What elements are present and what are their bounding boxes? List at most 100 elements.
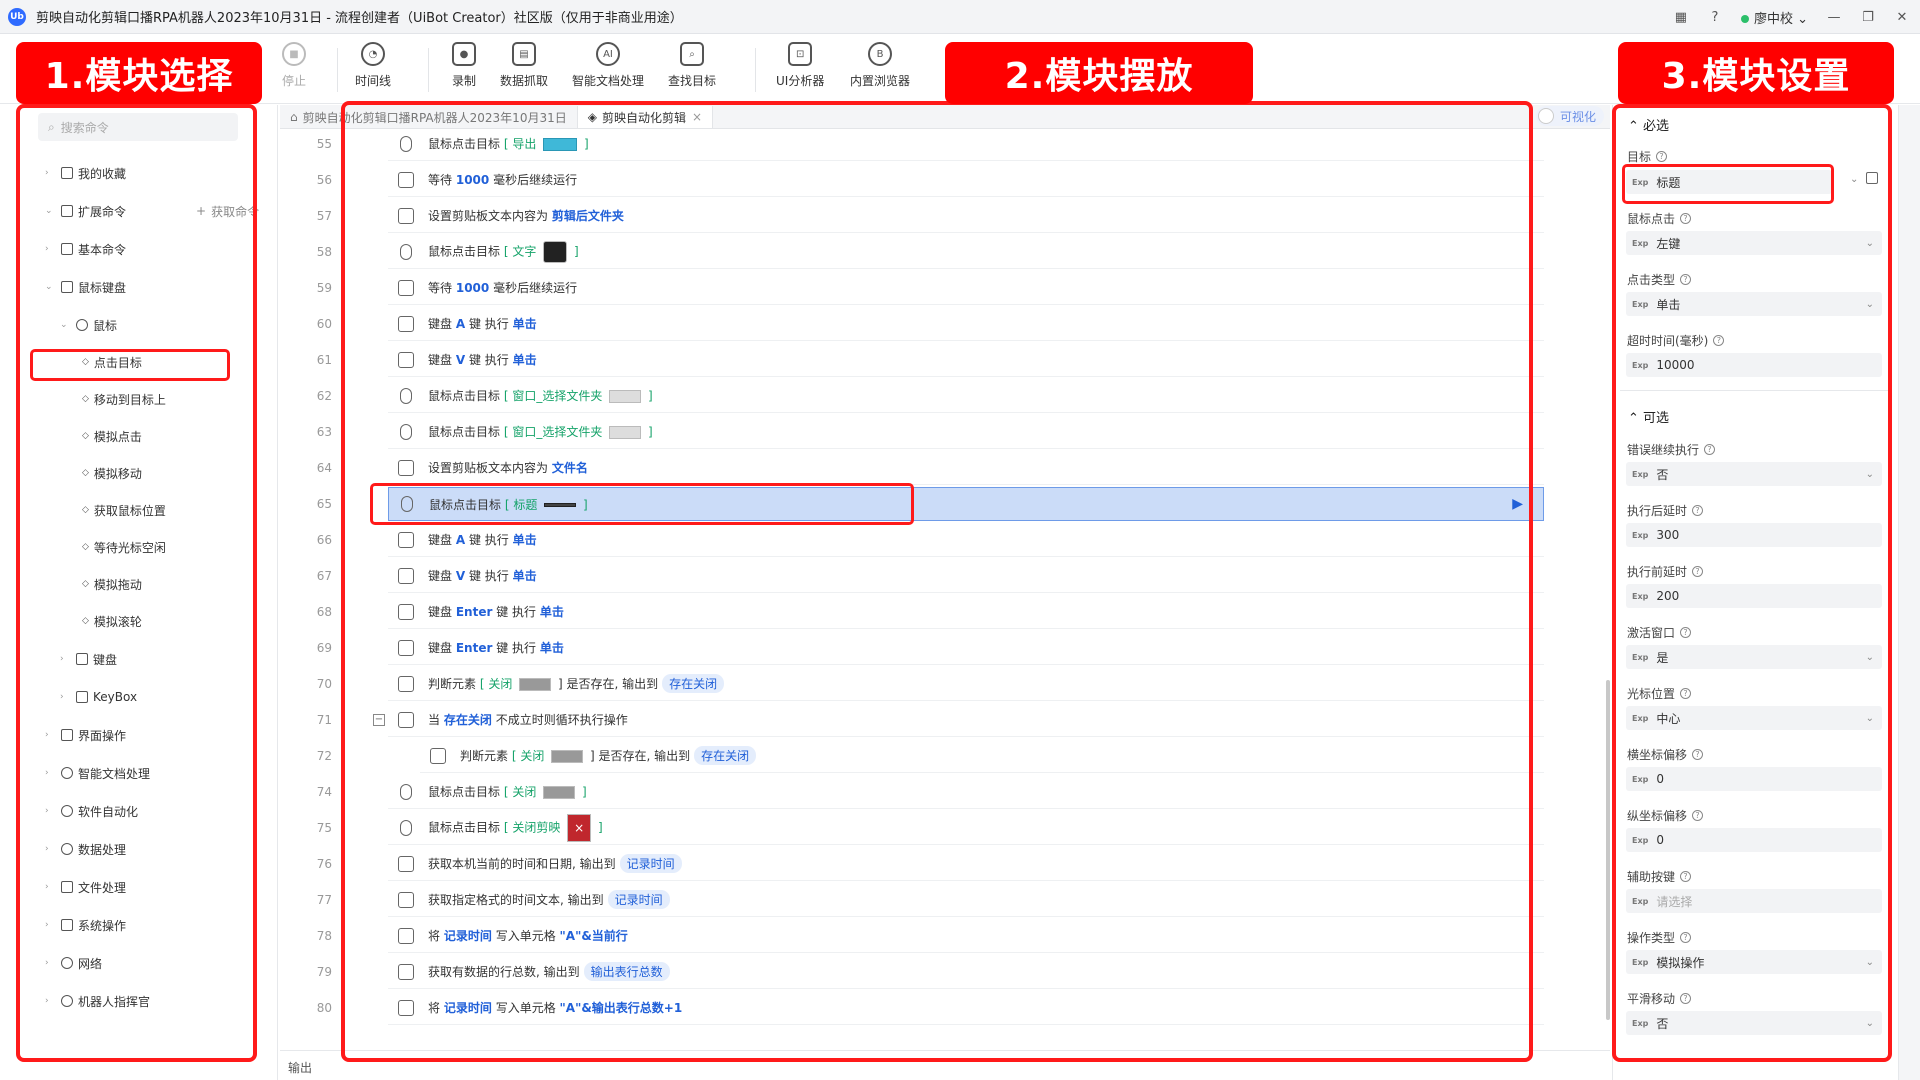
code-row[interactable]: 74 鼠标点击目标 [ 关闭 ]	[280, 774, 1610, 810]
get-command-button[interactable]: + 获取命令	[196, 201, 259, 221]
stop-button[interactable]: ■ 停止	[282, 42, 306, 89]
code-row[interactable]: 56 等待 1000 毫秒后继续运行	[280, 162, 1610, 198]
chevron-down-icon[interactable]: ⌄	[1850, 174, 1858, 185]
y-offset-input[interactable]: Exp 0	[1626, 828, 1882, 852]
browser-button[interactable]: B 内置浏览器	[850, 42, 910, 89]
output-panel[interactable]: 输出	[280, 1050, 1610, 1080]
delay-after-input[interactable]: Exp 300	[1626, 523, 1882, 547]
code-row[interactable]: 58 鼠标点击目标 [ 文字 ]	[280, 234, 1610, 270]
delay-before-input[interactable]: Exp 200	[1626, 584, 1882, 608]
close-tab-icon[interactable]: ×	[692, 110, 702, 124]
code-row[interactable]: 70 判断元素 [ 关闭 ] 是否存在, 输出到 存在关闭	[280, 666, 1610, 702]
help-icon: ?	[1692, 505, 1704, 516]
right-side-tab[interactable]	[1898, 105, 1920, 1080]
grid-icon[interactable]: ▦	[1673, 9, 1689, 25]
activate-window-select[interactable]: Exp 是 ⌄	[1626, 645, 1882, 669]
minimize-icon[interactable]: —	[1826, 9, 1842, 25]
code-row[interactable]: 66 键盘 A 键 执行 单击	[280, 522, 1610, 558]
tree-network[interactable]: › 网络	[45, 953, 102, 973]
code-row[interactable]: 60 键盘 A 键 执行 单击	[280, 306, 1610, 342]
tree-keybox[interactable]: › KeyBox	[60, 687, 137, 707]
code-row[interactable]: 61 键盘 V 键 执行 单击	[280, 342, 1610, 378]
code-row[interactable]: 80 将 记录时间 写入单元格 "A"&输出表行总数+1	[280, 990, 1610, 1026]
find-target-button[interactable]: ⌕ 查找目标	[668, 42, 716, 89]
click-type-select[interactable]: Exp 单击 ⌄	[1626, 292, 1882, 316]
search-input[interactable]: ⌕ 搜索命令	[38, 113, 238, 141]
code-row[interactable]: 72 判断元素 [ 关闭 ] 是否存在, 输出到 存在关闭	[280, 738, 1610, 774]
code-row[interactable]: 79 获取有数据的行总数, 输出到 输出表行总数	[280, 954, 1610, 990]
modifier-key-select[interactable]: Exp 请选择	[1626, 889, 1882, 913]
tree-favorites[interactable]: › 我的收藏	[45, 163, 126, 183]
code-row[interactable]: 67 键盘 V 键 执行 单击	[280, 558, 1610, 594]
code-row[interactable]: 75 鼠标点击目标 [ 关闭剪映 × ]	[280, 810, 1610, 846]
x-offset-input[interactable]: Exp 0	[1626, 767, 1882, 791]
section-required[interactable]: ⌃ 必选	[1628, 115, 1669, 134]
help-icon[interactable]: ?	[1707, 9, 1723, 25]
tree-system[interactable]: › 系统操作	[45, 915, 126, 935]
code-row-selected[interactable]: 65 鼠标点击目标 [ 标题 ] ▶	[280, 486, 1610, 522]
user-menu[interactable]: 廖中校 ⌄	[1740, 8, 1808, 27]
chevron-down-icon: ⌄	[1865, 651, 1874, 663]
row-text: 鼠标点击目标	[428, 389, 501, 403]
timeline-button[interactable]: ◔ 时间线	[355, 42, 391, 89]
tab-main-flow[interactable]: ⌂ 剪映自动化剪辑口播RPA机器人2023年10月31日	[280, 106, 578, 128]
diamond-icon: ◇	[82, 431, 89, 441]
edit-icon[interactable]	[1866, 172, 1878, 184]
ui-analyzer-button[interactable]: ⊡ UI分析器	[776, 42, 824, 89]
run-line-icon[interactable]: ▶	[1512, 496, 1523, 512]
tree-wait-cursor[interactable]: ◇ 等待光标空闲	[82, 537, 166, 557]
ai-doc-button[interactable]: AI 智能文档处理	[572, 42, 644, 89]
tab-jianying[interactable]: ◈ 剪映自动化剪辑 ×	[577, 106, 714, 128]
code-row[interactable]: 76 获取本机当前的时间和日期, 输出到 记录时间	[280, 846, 1610, 882]
code-row[interactable]: 63 鼠标点击目标 [ 窗口_选择文件夹 ]	[280, 414, 1610, 450]
close-icon[interactable]: ✕	[1894, 9, 1910, 25]
tree-sim-move[interactable]: ◇ 模拟移动	[82, 463, 142, 483]
record-button[interactable]: ● 录制	[452, 42, 476, 89]
row-target: [ 导出	[503, 137, 541, 151]
tree-mouse-keyboard[interactable]: ⌄ 鼠标键盘	[45, 277, 126, 297]
code-row[interactable]: 77 获取指定格式的时间文本, 输出到 记录时间	[280, 882, 1610, 918]
tree-click-target[interactable]: ◇ 点击目标	[82, 352, 142, 372]
code-row[interactable]: 62 鼠标点击目标 [ 窗口_选择文件夹 ]	[280, 378, 1610, 414]
tree-mouse[interactable]: ⌄ 鼠标	[60, 315, 117, 335]
mouse-button-select[interactable]: Exp 左键 ⌄	[1626, 231, 1882, 255]
code-row[interactable]: 68 键盘 Enter 键 执行 单击	[280, 594, 1610, 630]
tree-sim-click[interactable]: ◇ 模拟点击	[82, 426, 142, 446]
tree-file[interactable]: › 文件处理	[45, 877, 126, 897]
code-row[interactable]: 55 鼠标点击目标 [ 导出 ]	[280, 126, 1610, 162]
excel-icon	[398, 963, 414, 980]
tree-sim-wheel[interactable]: ◇ 模拟滚轮	[82, 611, 142, 631]
tree-keyboard[interactable]: › 键盘	[60, 649, 117, 669]
smooth-move-select[interactable]: Exp 否 ⌄	[1626, 1011, 1882, 1035]
code-row[interactable]: 78 将 记录时间 写入单元格 "A"&当前行	[280, 918, 1610, 954]
code-row[interactable]: 64 设置剪贴板文本内容为 文件名	[280, 450, 1610, 486]
section-optional[interactable]: ⌃ 可选	[1628, 407, 1669, 426]
target-field[interactable]: Exp 标题	[1626, 170, 1832, 194]
tree-software[interactable]: › 软件自动化	[45, 801, 138, 821]
collapse-icon[interactable]: −	[373, 714, 385, 726]
tree-ext[interactable]: ⌄ 扩展命令	[45, 201, 126, 221]
tree-ai-doc[interactable]: › 智能文档处理	[45, 763, 150, 783]
row-target: [ 关闭	[511, 749, 549, 763]
code-row[interactable]: 69 键盘 Enter 键 执行 单击	[280, 630, 1610, 666]
restore-icon[interactable]: ❐	[1860, 9, 1876, 25]
label-text: 执行前延时	[1627, 565, 1688, 579]
target-thumbnail	[551, 750, 584, 763]
tree-data[interactable]: › 数据处理	[45, 839, 126, 859]
tree-ui-ops[interactable]: › 界面操作	[45, 725, 126, 745]
tree-robot[interactable]: › 机器人指挥官	[45, 991, 150, 1011]
tree-get-pos[interactable]: ◇ 获取鼠标位置	[82, 500, 166, 520]
tree-sim-drag[interactable]: ◇ 模拟拖动	[82, 574, 142, 594]
tree-basic[interactable]: › 基本命令	[45, 239, 126, 259]
editor-scrollbar[interactable]	[1606, 680, 1610, 1020]
code-row[interactable]: 71 − 当 存在关闭 不成立时则循环执行操作	[280, 702, 1610, 738]
code-row[interactable]: 59 等待 1000 毫秒后继续运行	[280, 270, 1610, 306]
operation-type-select[interactable]: Exp 模拟操作 ⌄	[1626, 950, 1882, 974]
timeout-input[interactable]: Exp 10000	[1626, 353, 1882, 377]
tree-move-to[interactable]: ◇ 移动到目标上	[82, 389, 166, 409]
code-row[interactable]: 57 设置剪贴板文本内容为 剪辑后文件夹	[280, 198, 1610, 234]
continue-on-error-select[interactable]: Exp 否 ⌄	[1626, 462, 1882, 486]
cursor-position-select[interactable]: Exp 中心 ⌄	[1626, 706, 1882, 730]
visualize-toggle[interactable]: 可视化	[1536, 106, 1605, 126]
data-capture-button[interactable]: ▤ 数据抓取	[500, 42, 548, 89]
